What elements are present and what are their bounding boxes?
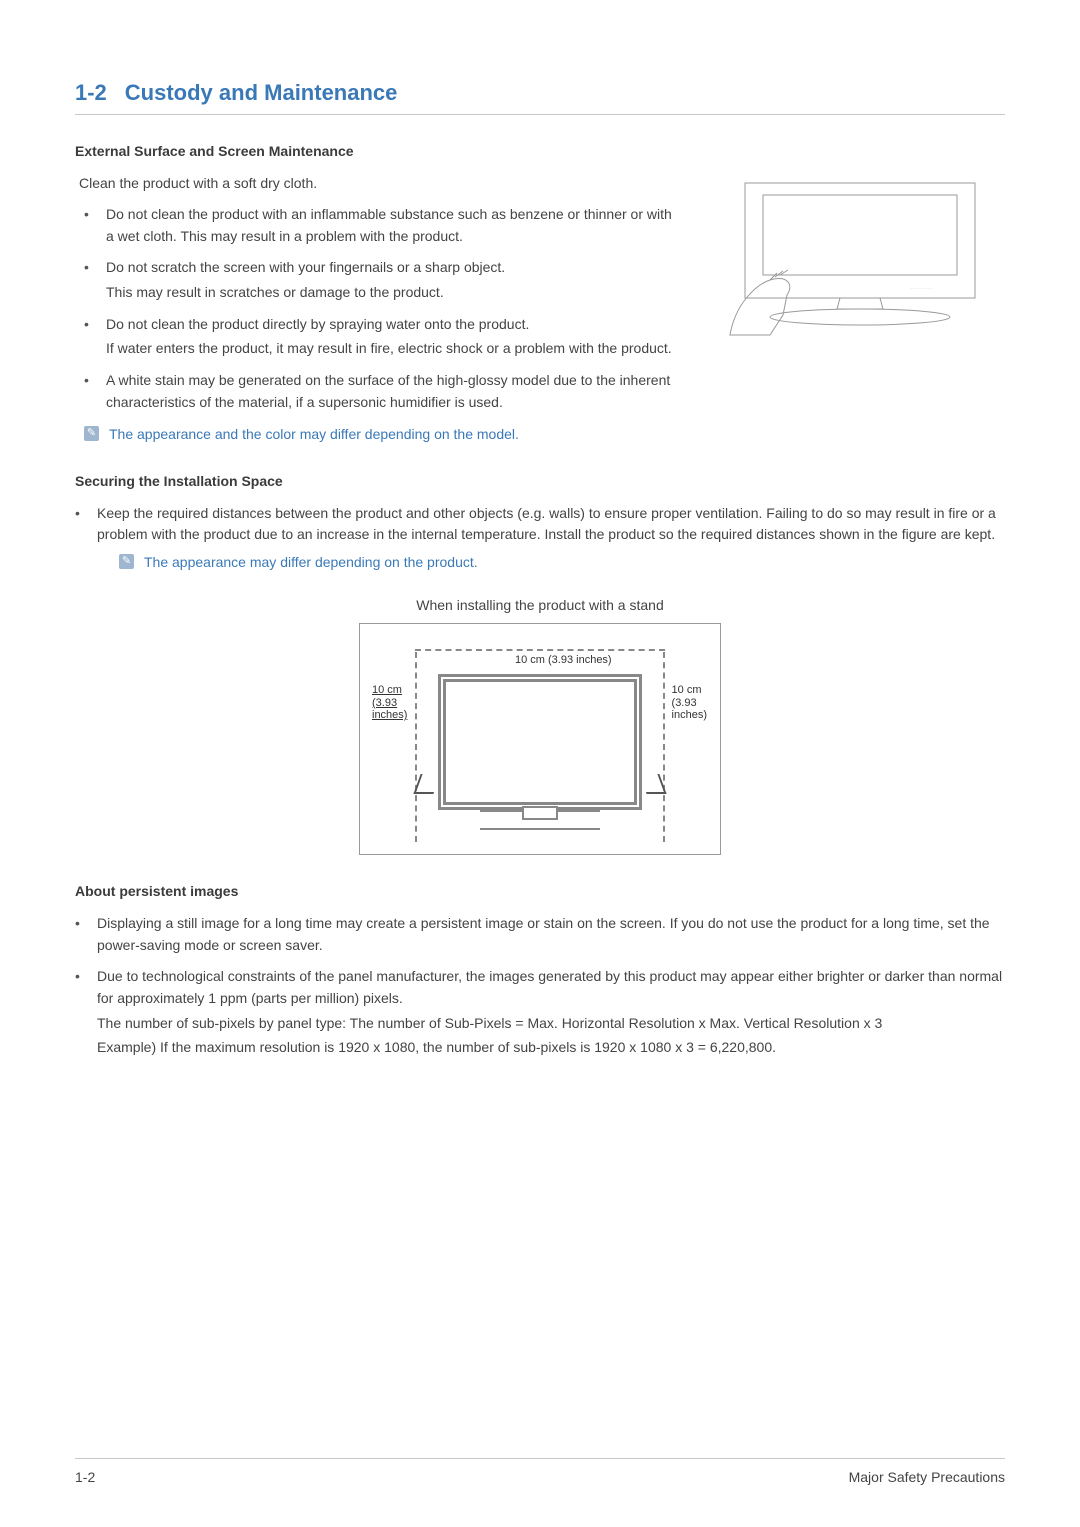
note-text: The appearance and the color may differ … xyxy=(109,424,519,445)
list-item: Do not clean the product with an inflamm… xyxy=(84,204,675,247)
list-item-sub: This may result in scratches or damage t… xyxy=(106,282,675,304)
info-icon: ✎ xyxy=(119,554,134,569)
svg-text:········: ········ xyxy=(910,286,934,292)
space-list: Keep the required distances between the … xyxy=(75,503,1005,573)
diagram-caption: When installing the product with a stand xyxy=(75,597,1005,613)
list-item: A white stain may be generated on the su… xyxy=(84,370,675,413)
list-item-sub: If water enters the product, it may resu… xyxy=(106,338,675,360)
subheading-space: Securing the Installation Space xyxy=(75,473,1005,489)
list-item: Displaying a still image for a long time… xyxy=(75,913,1005,956)
list-item-sub: Example) If the maximum resolution is 19… xyxy=(97,1037,1005,1059)
footer-chapter: Major Safety Precautions xyxy=(849,1469,1005,1485)
monitor-cleaning-figure: ········ xyxy=(715,173,1005,445)
list-item: Do not clean the product directly by spr… xyxy=(84,314,675,360)
info-icon: ✎ xyxy=(84,426,99,441)
list-item: Due to technological constraints of the … xyxy=(75,966,1005,1059)
list-item: Keep the required distances between the … xyxy=(75,503,1005,573)
clean-instruction: Clean the product with a soft dry cloth. xyxy=(79,173,675,194)
note-box: ✎ The appearance and the color may diffe… xyxy=(84,424,675,445)
diagram-label-top: 10 cm (3.93 inches) xyxy=(515,654,612,667)
section-number: 1-2 xyxy=(75,80,107,105)
persistent-list: Displaying a still image for a long time… xyxy=(75,913,1005,1059)
section-title-text: Custody and Maintenance xyxy=(125,80,398,105)
note-text: The appearance may differ depending on t… xyxy=(144,552,478,573)
subheading-persistent: About persistent images xyxy=(75,883,1005,899)
installation-diagram: 10 cm (3.93 inches) 10 cm (3.93 inches) … xyxy=(359,623,721,855)
list-item: Do not scratch the screen with your fing… xyxy=(84,257,675,303)
diagram-label-left: 10 cm (3.93 inches) xyxy=(372,684,407,722)
section-heading: 1-2 Custody and Maintenance xyxy=(75,80,1005,115)
page-footer: 1-2 Major Safety Precautions xyxy=(75,1458,1005,1485)
list-item-sub: The number of sub-pixels by panel type: … xyxy=(97,1013,1005,1035)
note-box: ✎ The appearance may differ depending on… xyxy=(119,552,1005,573)
subheading-external: External Surface and Screen Maintenance xyxy=(75,143,1005,159)
footer-page-number: 1-2 xyxy=(75,1469,95,1485)
maintenance-list: Do not clean the product with an inflamm… xyxy=(75,204,675,414)
diagram-label-right: 10 cm (3.93 inches) xyxy=(672,684,707,722)
